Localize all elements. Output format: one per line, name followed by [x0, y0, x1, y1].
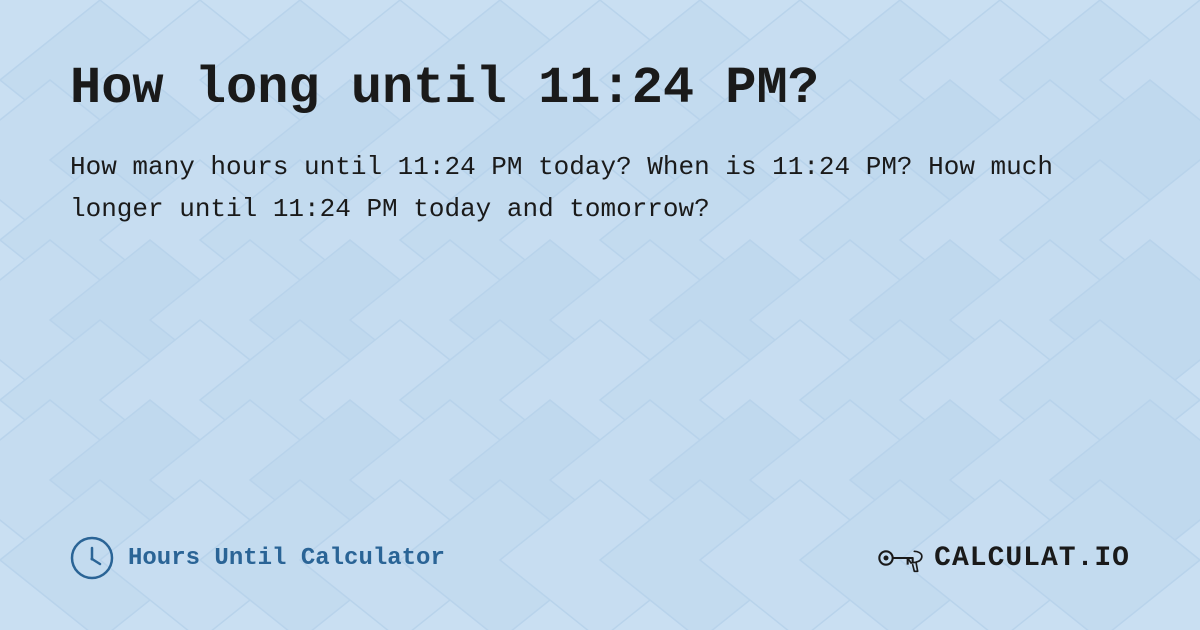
page-description: How many hours until 11:24 PM today? Whe… [70, 147, 1130, 230]
logo-area: CALCULAT.IO [876, 538, 1130, 578]
footer-label: Hours Until Calculator [128, 545, 445, 572]
logo-text: CALCULAT.IO [934, 543, 1130, 574]
footer-branding-left: Hours Until Calculator [70, 536, 445, 580]
calculat-logo-icon [876, 538, 926, 578]
clock-icon [70, 536, 114, 580]
footer: Hours Until Calculator CALCULAT.IO [70, 536, 1130, 580]
page-title: How long until 11:24 PM? [70, 60, 1130, 117]
